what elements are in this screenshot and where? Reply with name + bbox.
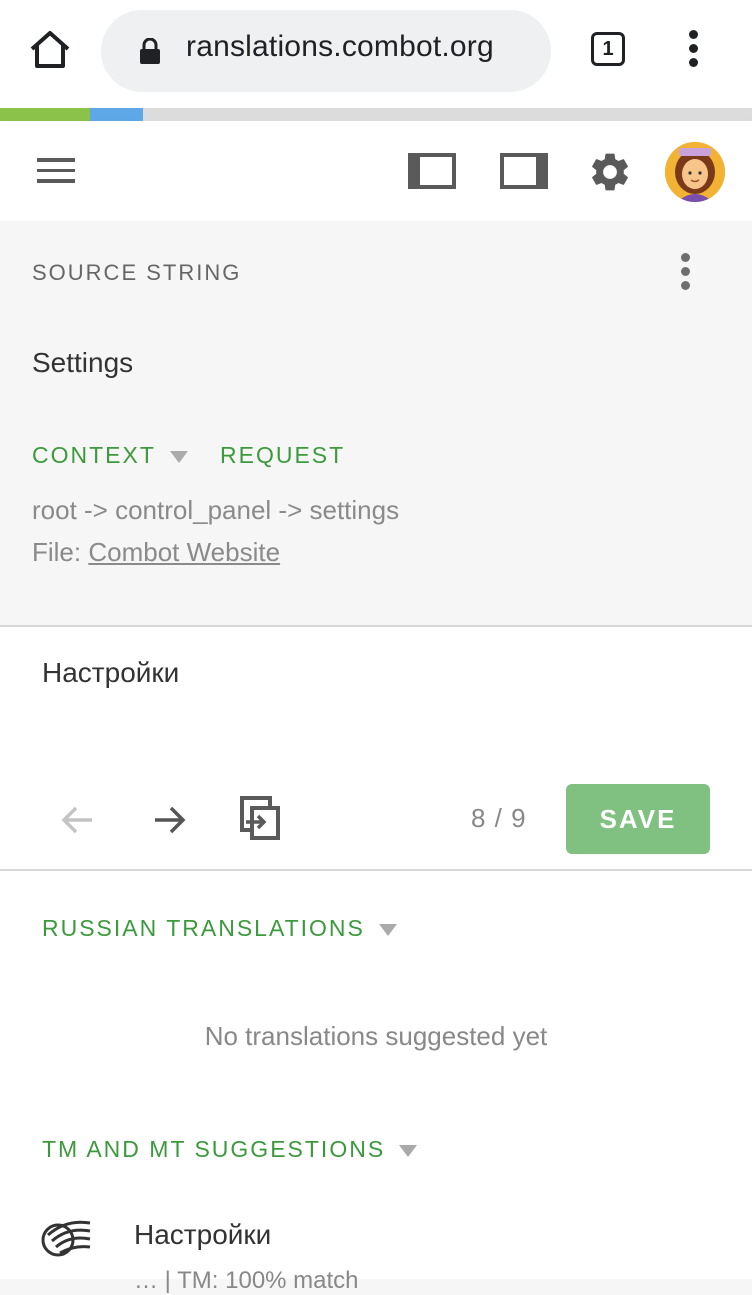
suggestion-text[interactable]: Настройки [134,1219,271,1251]
progress-approved [0,108,90,121]
empty-translations-message: No translations suggested yet [204,1021,548,1051]
source-section-title: SOURCE STRING [32,260,242,285]
russian-translations-title[interactable]: RUSSIAN TRANSLATIONS [42,915,365,941]
progress-bar [0,108,752,121]
copy-source-icon[interactable] [238,794,282,842]
menu-icon[interactable] [37,158,75,184]
arrow-right-icon[interactable] [149,800,189,840]
suggestion-meta: … | TM: 100% match [134,1267,359,1294]
arrow-left-icon[interactable] [58,800,98,840]
file-link[interactable]: Combot Website [88,537,280,567]
russian-translations-toggle[interactable]: RUSSIAN TRANSLATIONS [42,915,397,942]
suggestions-title[interactable]: TM AND MT SUGGESTIONS [42,1136,385,1162]
translation-input[interactable]: Настройки [42,657,179,689]
tabs-icon[interactable]: 1 [591,32,625,66]
source-string-panel: SOURCE STRING Settings CONTEXT REQUEST r… [0,221,752,625]
chevron-down-icon [399,1144,418,1157]
save-button[interactable]: SAVE [566,784,710,854]
file-info: File: Combot Website [32,537,280,568]
sidebar-right-icon[interactable] [500,151,548,191]
context-path: root -> control_panel -> settings [32,495,400,525]
gear-icon[interactable] [587,149,633,195]
string-counter: 8 / 9 [471,803,527,833]
lock-icon [140,38,160,64]
more-vert-icon[interactable] [686,30,700,70]
home-icon[interactable] [28,28,72,72]
progress-translated [90,108,143,121]
sidebar-left-icon[interactable] [408,151,456,191]
app-header [0,121,752,221]
browser-toolbar: ranslations.combot.org 1 [0,0,752,108]
chevron-down-icon [378,923,397,936]
chevron-down-icon [169,450,188,463]
translation-editor: Настройки 8 / 9 SAVE [0,627,752,869]
more-vert-icon[interactable] [678,253,692,293]
crowdin-logo [41,1220,91,1257]
context-label[interactable]: CONTEXT [32,442,156,468]
source-text: Settings [32,347,134,378]
context-toggle[interactable]: CONTEXT [32,442,188,469]
suggestions-toggle[interactable]: TM AND MT SUGGESTIONS [42,1136,418,1163]
file-prefix: File: [32,537,89,567]
avatar[interactable] [665,142,725,202]
translations-panel: RUSSIAN TRANSLATIONS No translations sug… [0,871,752,1294]
request-link[interactable]: REQUEST [220,442,345,469]
url-text[interactable]: ranslations.combot.org [186,30,494,64]
